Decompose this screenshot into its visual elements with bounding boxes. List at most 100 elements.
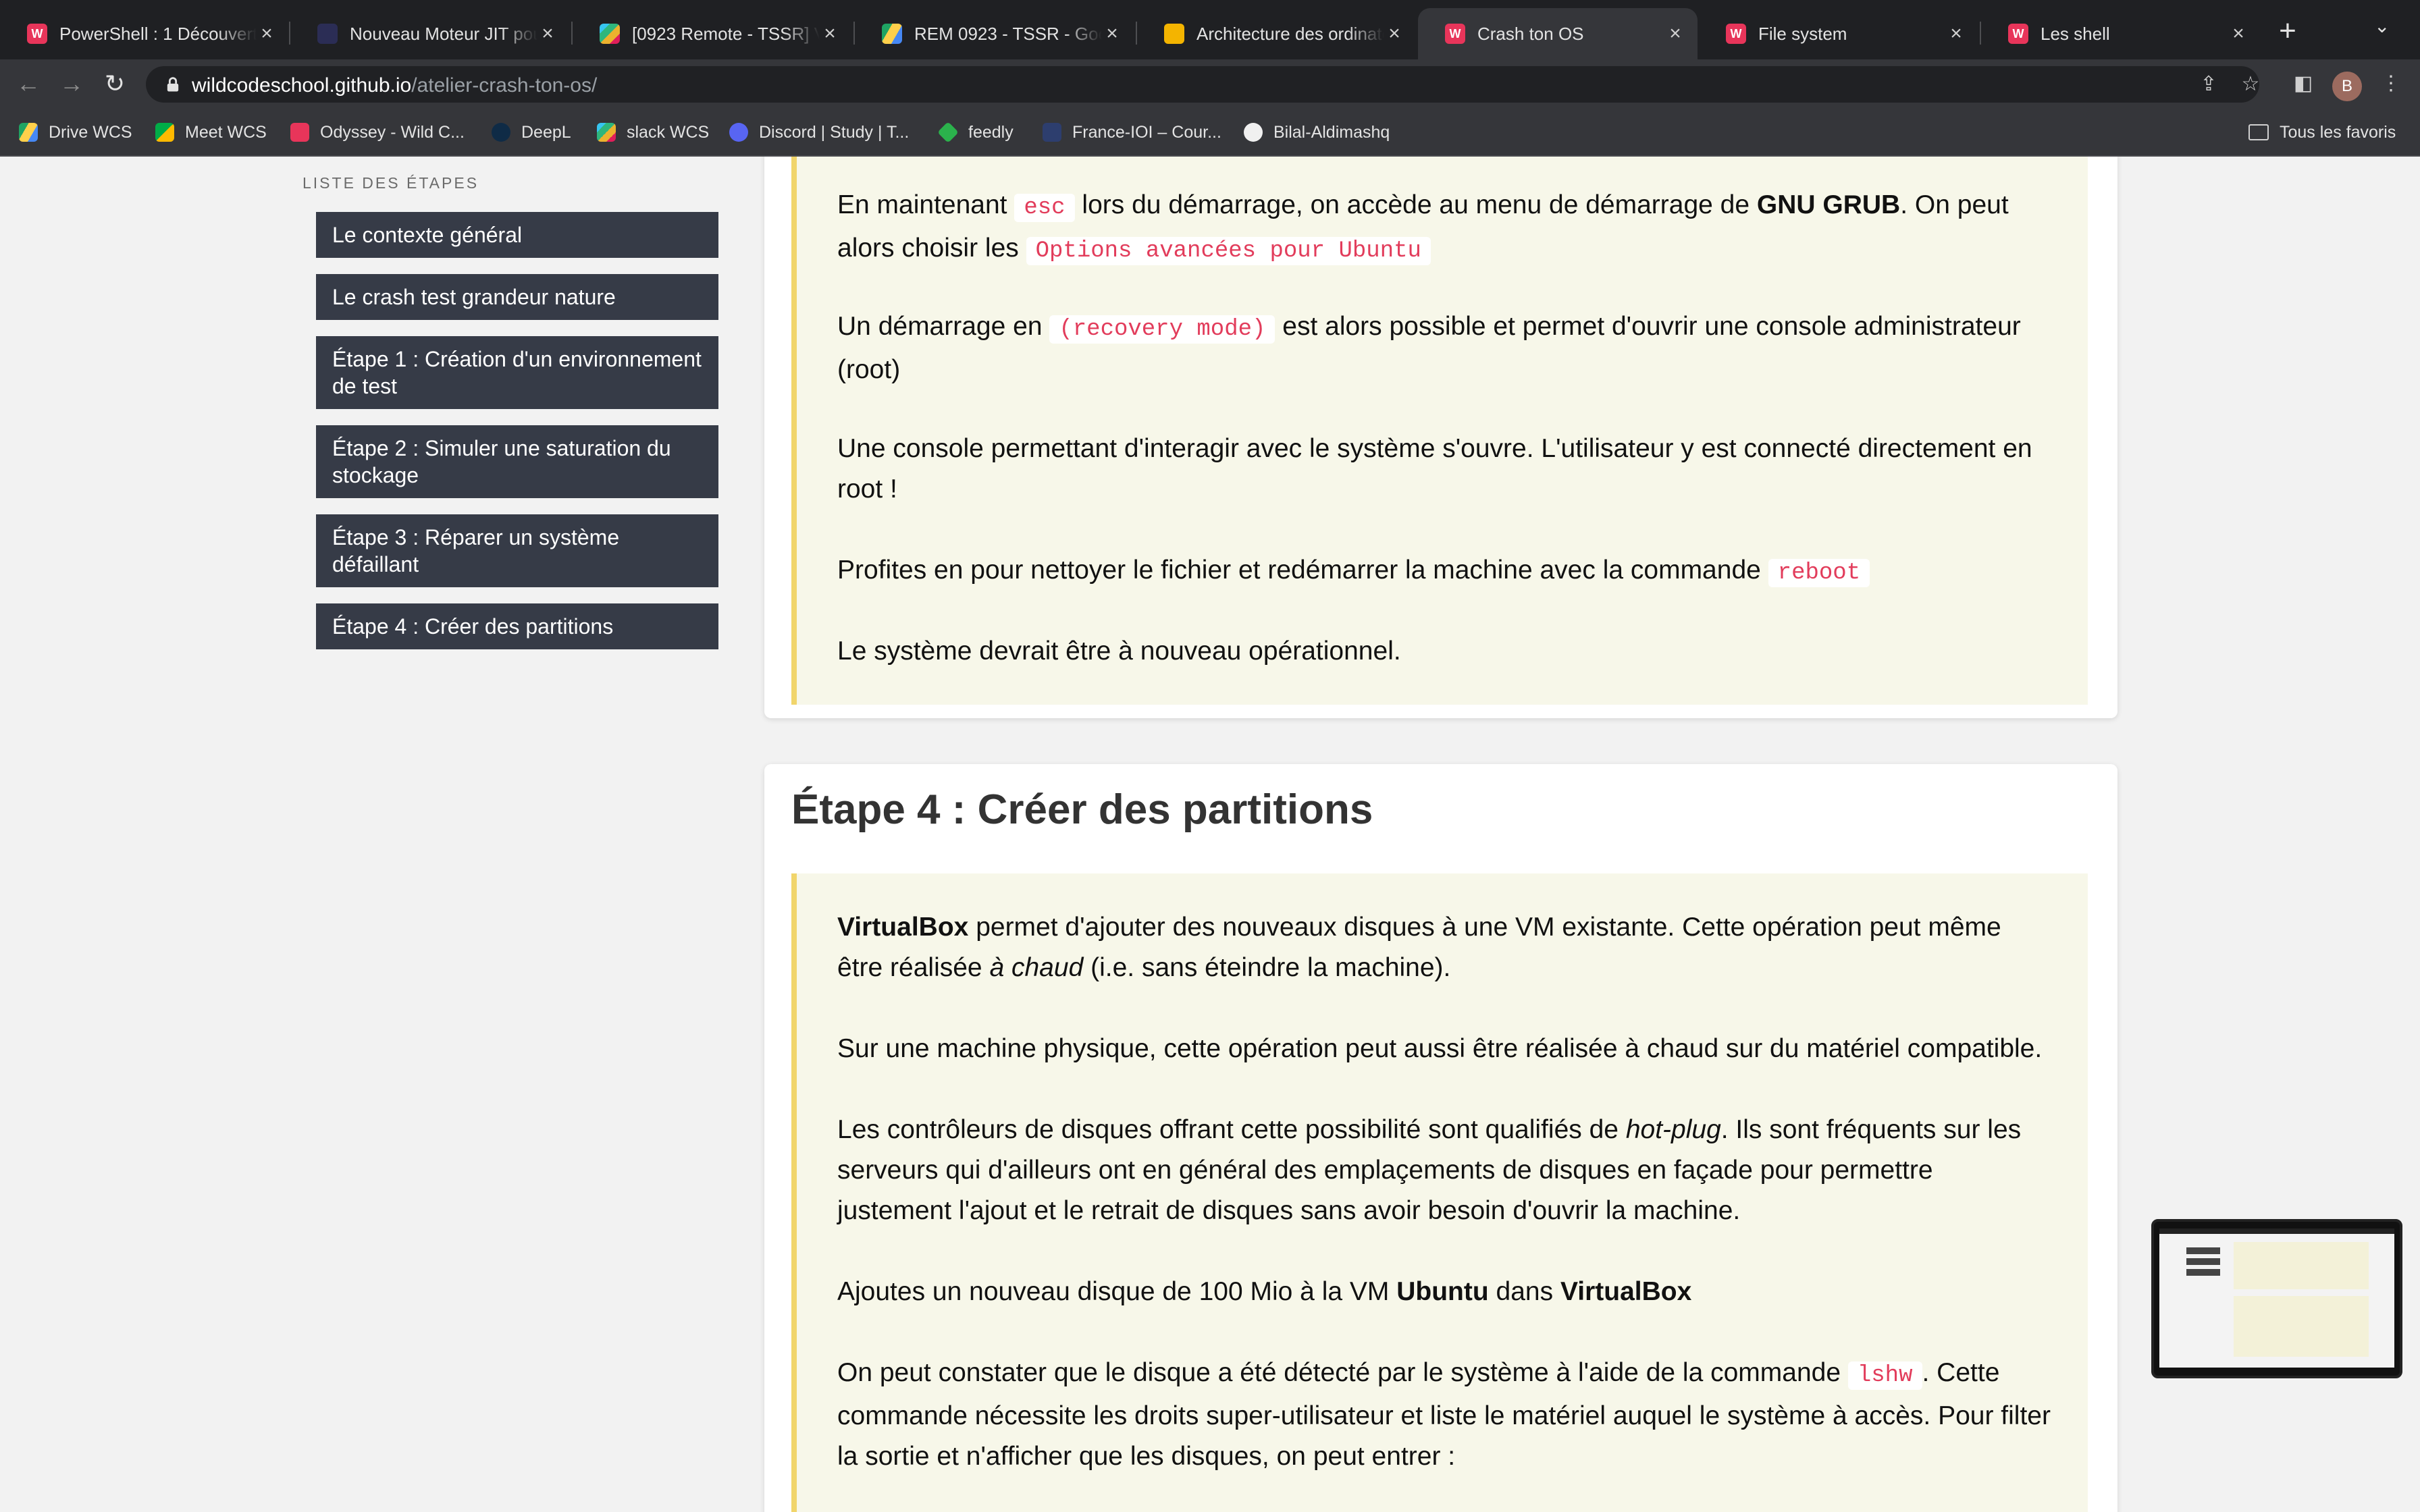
avatar[interactable]: B — [2332, 72, 2362, 101]
bookmark-star-icon[interactable]: ☆ — [2239, 73, 2262, 96]
step4-paragraph-physical: Sur une machine physique, cette opératio… — [837, 1034, 2043, 1063]
step3-paragraph-console: Une console permettant d'interagir avec … — [837, 434, 2032, 504]
all-bookmarks[interactable]: Tous les favoris — [2248, 120, 2396, 144]
step4-paragraph-hotplug: Les contrôleurs de disques offrant cette… — [837, 1115, 2022, 1225]
deepl-icon — [492, 123, 510, 142]
slack-icon — [600, 24, 620, 44]
sidebar-item-label: Étape 3 : Réparer un système défaillant — [332, 525, 620, 576]
close-icon[interactable]: × — [257, 22, 277, 45]
tab-crash-ton-os[interactable]: W Crash ton OS × — [1418, 8, 1698, 59]
meet-icon — [155, 123, 174, 142]
bookmark-drive-wcs[interactable]: Drive WCS — [19, 120, 132, 144]
bookmark-meet-wcs[interactable]: Meet WCS — [155, 120, 267, 144]
tab-title: PowerShell : 1 Découverte — [59, 23, 257, 44]
feedly-icon — [937, 122, 959, 143]
folder-icon — [2248, 124, 2269, 140]
franceioi-icon — [1043, 123, 1061, 142]
forward-icon[interactable]: → — [55, 68, 88, 100]
wcs-icon: W — [1726, 24, 1746, 44]
url-path: /atelier-crash-ton-os/ — [411, 74, 598, 97]
bookmark-label: slack WCS — [627, 122, 710, 142]
reload-icon[interactable]: ↻ — [99, 68, 131, 100]
bookmark-github[interactable]: Bilal-Aldimashq — [1244, 120, 1390, 144]
section-title: Étape 4 : Créer des partitions — [791, 786, 1373, 833]
tab-title: Les shell — [2041, 23, 2110, 44]
bookmark-label: France-IOI – Cour... — [1072, 122, 1221, 142]
tab-title: [0923 Remote - TSSR] V — [632, 23, 820, 44]
sidebar-item-contexte[interactable]: Le contexte général — [316, 212, 718, 258]
jit-icon — [317, 24, 338, 44]
drive-icon — [882, 24, 902, 44]
close-icon[interactable]: × — [820, 22, 840, 45]
close-icon[interactable]: × — [1384, 22, 1404, 45]
page-viewport: LISTE DES ÉTAPES Le contexte général Le … — [0, 157, 2420, 1512]
tab-slides[interactable]: Architecture des ordinate × — [1137, 8, 1417, 59]
slides-icon — [1164, 24, 1184, 44]
bookmark-label: DeepL — [521, 122, 571, 142]
step3-paragraph-recovery: Un démarrage en (recovery mode) est alor… — [837, 312, 2021, 384]
sidebar-item-label: Étape 1 : Création d'un environnement de… — [332, 347, 702, 398]
bookmark-label: Discord | Study | T... — [759, 122, 910, 142]
pip-preview — [2159, 1228, 2394, 1368]
sidebar-item-label: Étape 2 : Simuler une saturation du stoc… — [332, 436, 671, 487]
menu-icon[interactable]: ⋮ — [2379, 72, 2402, 95]
sidebar-item-etape-3[interactable]: Étape 3 : Réparer un système défaillant — [316, 514, 718, 587]
address-bar[interactable]: wildcodeschool.github.io/atelier-crash-t… — [146, 66, 2259, 103]
bookmark-feedly[interactable]: feedly — [937, 120, 1014, 144]
step3-paragraph-reboot: Profites en pour nettoyer le fichier et … — [837, 550, 2053, 593]
new-tab-button[interactable]: + — [2269, 12, 2307, 50]
sidebar-item-etape-1[interactable]: Étape 1 : Création d'un environnement de… — [316, 336, 718, 409]
step4-paragraph-lshw: On peut constater que le disque a été dé… — [837, 1358, 2051, 1471]
tab-title: Crash ton OS — [1477, 23, 1584, 44]
wcs-icon — [290, 123, 309, 142]
bookmark-label: Meet WCS — [185, 122, 267, 142]
tab-les-shell[interactable]: W Les shell × — [1981, 8, 2261, 59]
tab-title: REM 0923 - TSSR - Goo — [914, 23, 1102, 44]
tab-powershell[interactable]: W PowerShell : 1 Découverte × — [0, 8, 289, 59]
picture-in-picture-thumbnail[interactable] — [2151, 1219, 2402, 1378]
tab-title: File system — [1758, 23, 1847, 44]
bookmarks-bar: Drive WCS Meet WCS Odyssey - Wild C... D… — [0, 108, 2420, 157]
bookmark-deepl[interactable]: DeepL — [492, 120, 571, 144]
tab-slack[interactable]: [0923 Remote - TSSR] V × — [573, 8, 852, 59]
step4-paragraph-virtualbox: VirtualBox permet d'ajouter des nouveaux… — [837, 913, 2001, 982]
bookmark-odyssey[interactable]: Odyssey - Wild C... — [290, 120, 465, 144]
sidebar-item-crash-test[interactable]: Le crash test grandeur nature — [316, 274, 718, 320]
bookmark-slack-wcs[interactable]: slack WCS — [597, 120, 709, 144]
tab-file-system[interactable]: W File system × — [1699, 8, 1978, 59]
code-lshw: lshw — [1847, 1361, 1922, 1390]
share-icon[interactable]: ⇪ — [2197, 73, 2220, 96]
close-icon[interactable]: × — [537, 22, 558, 45]
sidebar-item-label: Le contexte général — [332, 223, 523, 247]
url-host: wildcodeschool.github.io — [192, 74, 412, 97]
tab-jit[interactable]: Nouveau Moteur JIT pour × — [290, 8, 570, 59]
step4-paragraph-add-disk: Ajoutes un nouveau disque de 100 Mio à l… — [837, 1277, 1692, 1306]
close-icon[interactable]: × — [1102, 22, 1122, 45]
code-recovery-mode: (recovery mode) — [1049, 315, 1275, 344]
tab-search-icon[interactable]: ⌄ — [2374, 15, 2390, 37]
sidebar-item-etape-4[interactable]: Étape 4 : Créer des partitions — [316, 603, 718, 649]
discord-icon — [729, 123, 748, 142]
code-esc: esc — [1014, 194, 1075, 222]
step3-paragraph-grub: En maintenant esc lors du démarrage, on … — [837, 190, 2009, 265]
bookmark-label: Odyssey - Wild C... — [320, 122, 465, 142]
tab-drive[interactable]: REM 0923 - TSSR - Goo × — [855, 8, 1134, 59]
bookmark-label: Drive WCS — [49, 122, 132, 142]
side-panel-icon[interactable]: ◧ — [2292, 72, 2315, 95]
sidebar-item-etape-2[interactable]: Étape 2 : Simuler une saturation du stoc… — [316, 425, 718, 498]
bookmark-france-ioi[interactable]: France-IOI – Cour... — [1043, 120, 1221, 144]
bookmark-discord[interactable]: Discord | Study | T... — [729, 120, 909, 144]
back-icon[interactable]: ← — [12, 68, 45, 100]
sidebar-item-label: Étape 4 : Créer des partitions — [332, 614, 614, 639]
close-icon[interactable]: × — [1665, 22, 1685, 45]
sidebar-heading: LISTE DES ÉTAPES — [302, 174, 479, 192]
sidebar-item-label: Le crash test grandeur nature — [332, 285, 616, 309]
wcs-icon: W — [27, 24, 47, 44]
step3-paragraph-operational: Le système devrait être à nouveau opérat… — [837, 637, 1401, 666]
close-icon[interactable]: × — [2228, 22, 2248, 45]
browser-toolbar: ← → ↻ wildcodeschool.github.io/atelier-c… — [0, 59, 2420, 108]
close-icon[interactable]: × — [1946, 22, 1966, 45]
code-options-avancees: Options avancées pour Ubuntu — [1026, 237, 1431, 265]
url-text: wildcodeschool.github.io/atelier-crash-t… — [192, 74, 597, 97]
slack-icon — [597, 123, 616, 142]
